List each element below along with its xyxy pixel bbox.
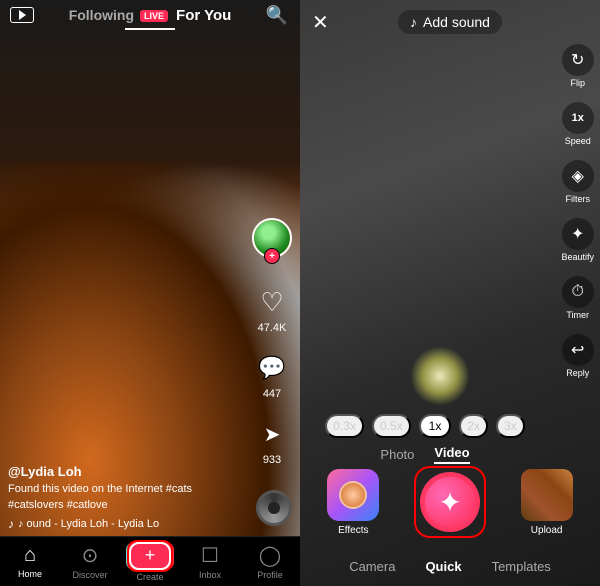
sound-disc-inner <box>268 502 280 514</box>
create-label: Create <box>136 572 163 582</box>
camera-tab-templates[interactable]: Templates <box>492 559 551 574</box>
top-nav: Following LIVE For You 🔍 <box>0 0 300 30</box>
profile-icon: ◯ <box>259 543 281 568</box>
filters-button[interactable]: ◈ Filters <box>562 160 594 204</box>
home-icon: ⌂ <box>24 544 36 567</box>
speed-2x[interactable]: 2x <box>459 414 488 438</box>
video-mode-tab[interactable]: Video <box>434 445 469 464</box>
music-note-icon: ♪ <box>8 517 14 531</box>
video-info: @Lydia Loh Found this video on the Inter… <box>8 464 245 531</box>
timer-button[interactable]: ⏱ Timer <box>562 276 594 320</box>
speed-selector: 0.3x 0.5x 1x 2x 3x <box>300 414 550 438</box>
filters-label: Filters <box>565 194 590 204</box>
flip-icon: ↻ <box>562 44 594 76</box>
live-icon-inner <box>10 7 34 23</box>
speed-05x[interactable]: 0.5x <box>372 414 411 438</box>
filters-icon: ◈ <box>562 160 594 192</box>
right-panel: ✕ ♪ Add sound ↻ Flip 1x Speed ◈ Filters … <box>300 0 600 586</box>
search-icon[interactable]: 🔍 <box>266 5 288 26</box>
mode-tabs: Photo Video <box>300 445 550 464</box>
capture-btn-inner: ✦ <box>425 477 475 527</box>
home-label: Home <box>18 569 42 579</box>
like-count: 47.4K <box>258 322 287 334</box>
sound-disc <box>256 490 292 526</box>
camera-glow <box>410 346 470 406</box>
live-icon <box>8 1 36 29</box>
like-button[interactable]: ♡ 47.4K <box>254 284 290 334</box>
upload-label: Upload <box>531 525 563 536</box>
upload-thumb-inner <box>521 469 573 521</box>
speed-icon: 1x <box>562 102 594 134</box>
tab-home[interactable]: ⌂ Home <box>0 544 60 579</box>
reply-icon: ↩ <box>562 334 594 366</box>
tab-discover[interactable]: ⊙ Discover <box>60 543 120 580</box>
effects-button[interactable]: Effects <box>327 469 379 536</box>
inbox-label: Inbox <box>199 570 221 580</box>
create-button[interactable]: + <box>129 542 171 570</box>
share-count: 933 <box>263 454 281 466</box>
tab-profile[interactable]: ◯ Profile <box>240 543 300 580</box>
speed-1x[interactable]: 1x <box>419 414 452 438</box>
beautify-icon: ✦ <box>562 218 594 250</box>
camera-tab-camera[interactable]: Camera <box>349 559 395 574</box>
effects-thumbnail <box>327 469 379 521</box>
speed-3x[interactable]: 3x <box>496 414 525 438</box>
tab-underline <box>125 28 175 30</box>
share-icon: ➤ <box>254 416 290 452</box>
right-sidebar: ↻ Flip 1x Speed ◈ Filters ✦ Beautify ⏱ T… <box>561 44 594 378</box>
discover-label: Discover <box>72 570 107 580</box>
beautify-label: Beautify <box>561 252 594 262</box>
bottom-actions: Effects ✦ Upload <box>300 466 600 538</box>
comment-count: 447 <box>263 388 281 400</box>
inbox-icon: ☐ <box>201 543 219 568</box>
comment-button[interactable]: 💬 447 <box>254 350 290 400</box>
effects-thumb-inner <box>327 469 379 521</box>
upload-thumbnail <box>521 469 573 521</box>
camera-tabs: Camera Quick Templates <box>300 559 600 574</box>
tab-inbox[interactable]: ☐ Inbox <box>180 543 240 580</box>
action-buttons: + ♡ 47.4K 💬 447 ➤ 933 <box>252 218 292 466</box>
reply-label: Reply <box>566 368 589 378</box>
tab-create[interactable]: + Create <box>120 542 180 582</box>
left-panel: Following LIVE For You 🔍 + ♡ 47.4K 💬 447 <box>0 0 300 586</box>
flip-button[interactable]: ↻ Flip <box>562 44 594 88</box>
flip-label: Flip <box>570 78 585 88</box>
beautify-button[interactable]: ✦ Beautify <box>561 218 594 262</box>
effects-label: Effects <box>338 525 368 536</box>
music-text: ♪ ound - Lydia Loh - Lydia Lo <box>18 518 159 530</box>
camera-tab-quick[interactable]: Quick <box>425 559 461 574</box>
following-tab[interactable]: Following <box>69 7 134 23</box>
video-music[interactable]: ♪ ♪ ound - Lydia Loh - Lydia Lo <box>8 517 245 531</box>
speed-label: Speed <box>565 136 591 146</box>
share-button[interactable]: ➤ 933 <box>254 416 290 466</box>
discover-icon: ⊙ <box>82 543 99 568</box>
music-icon: ♪ <box>410 14 417 30</box>
effects-avatar <box>339 481 367 509</box>
bottom-tab-bar: ⌂ Home ⊙ Discover + Create ☐ Inbox ◯ Pro… <box>0 536 300 586</box>
avatar-container[interactable]: + <box>252 218 292 258</box>
timer-label: Timer <box>566 310 589 320</box>
upload-button[interactable]: Upload <box>521 469 573 536</box>
right-top-bar: ✕ ♪ Add sound <box>300 0 600 44</box>
foryou-tab[interactable]: For You <box>176 7 231 24</box>
timer-icon: ⏱ <box>562 276 594 308</box>
photo-mode-tab[interactable]: Photo <box>380 447 414 462</box>
capture-btn-outer: ✦ <box>420 472 480 532</box>
comment-icon: 💬 <box>254 350 290 386</box>
reply-button[interactable]: ↩ Reply <box>562 334 594 378</box>
video-description: Found this video on the Internet #cats #… <box>8 482 245 513</box>
sparkle-icon: ✦ <box>438 486 461 519</box>
video-username[interactable]: @Lydia Loh <box>8 464 245 479</box>
live-badge: LIVE <box>140 10 168 22</box>
quick-capture-button[interactable]: ✦ <box>414 466 486 538</box>
heart-icon: ♡ <box>254 284 290 320</box>
profile-label: Profile <box>257 570 283 580</box>
speed-03x[interactable]: 0.3x <box>325 414 364 438</box>
follow-plus-badge[interactable]: + <box>264 248 280 264</box>
add-sound-label: Add sound <box>423 14 490 30</box>
speed-button[interactable]: 1x Speed <box>562 102 594 146</box>
add-sound-button[interactable]: ♪ Add sound <box>398 10 502 34</box>
close-button[interactable]: ✕ <box>312 10 329 35</box>
